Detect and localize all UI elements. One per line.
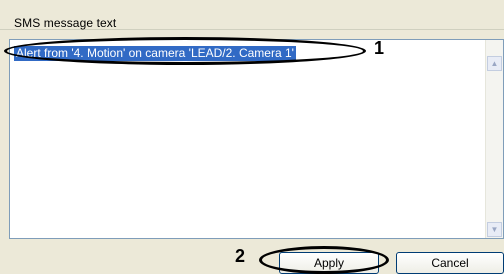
scroll-up-icon[interactable]: ▲ <box>487 56 502 71</box>
scroll-down-icon[interactable]: ▼ <box>487 222 502 237</box>
vertical-scrollbar[interactable]: ▲ ▼ <box>485 40 503 238</box>
cancel-button[interactable]: Cancel <box>396 252 504 274</box>
callout-oval-message <box>4 37 366 65</box>
callout-oval-apply <box>259 246 389 274</box>
callout-number-1: 1 <box>374 38 385 58</box>
sms-message-text-label: SMS message text <box>14 16 117 30</box>
callout-number-2: 2 <box>235 246 246 266</box>
sms-message-textarea[interactable]: Alert from '4. Motion' on camera 'LEAD/2… <box>9 39 504 239</box>
